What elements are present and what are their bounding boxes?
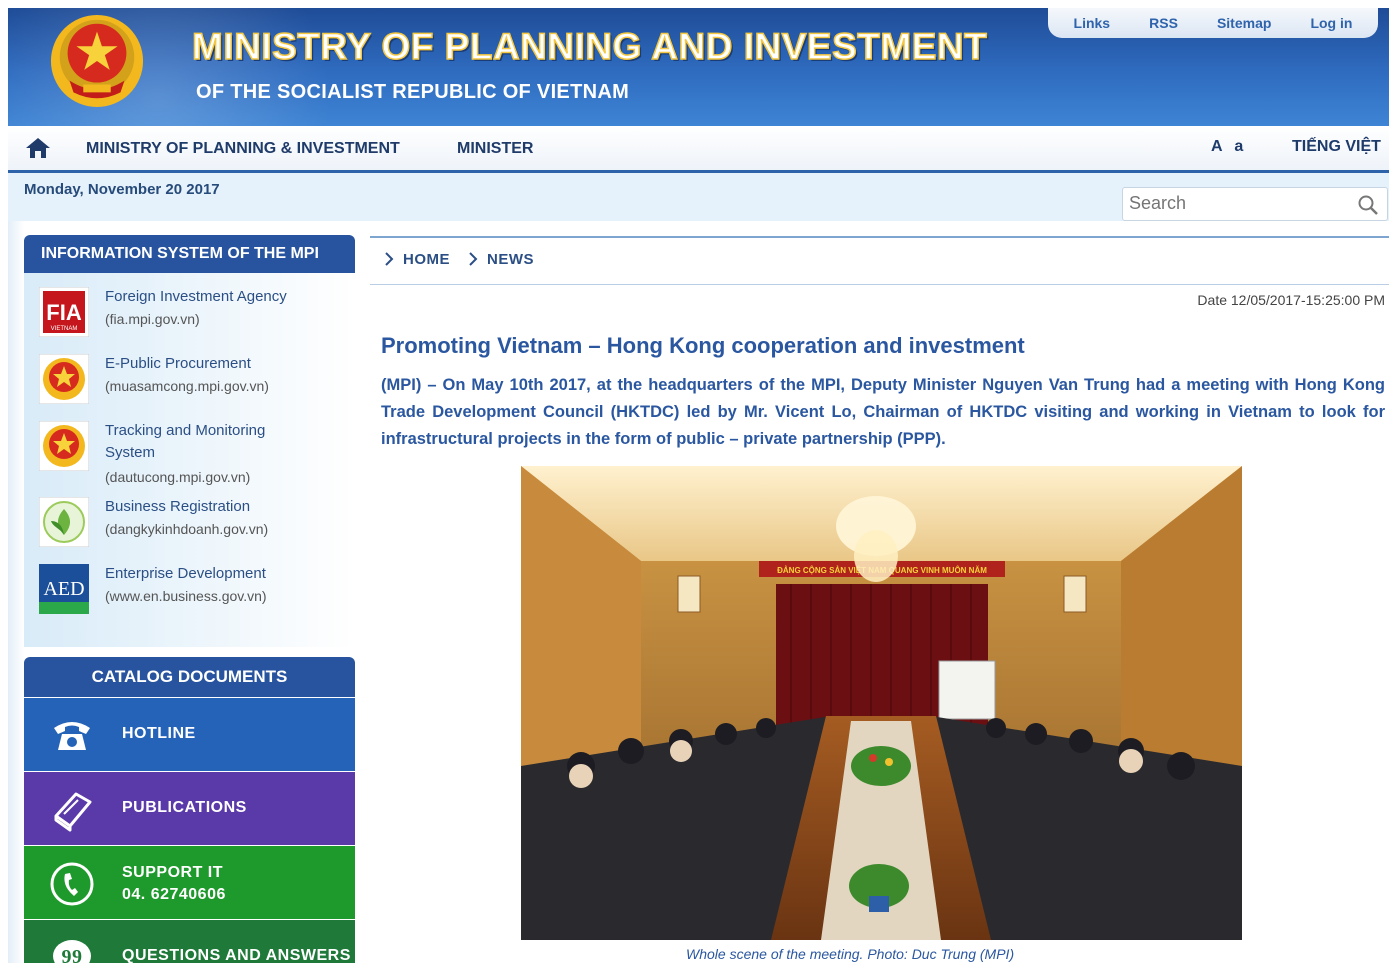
- font-size-toggle[interactable]: A a: [1211, 138, 1247, 156]
- breadcrumb-home[interactable]: HOME: [403, 251, 450, 268]
- svg-text:AED: AED: [43, 578, 84, 600]
- info-item-title: Enterprise Development: [105, 565, 266, 582]
- site-title: MINISTRY OF PLANNING AND INVESTMENT: [191, 25, 988, 68]
- info-item-title: Foreign Investment Agency: [105, 288, 287, 305]
- info-item-fia[interactable]: FIA VIETNAM Foreign Investment Agency (f…: [24, 279, 355, 346]
- questions-answers-label: QUESTIONS AND ANSWERS: [122, 947, 351, 963]
- svg-text:FIA: FIA: [46, 300, 82, 325]
- emblem-logo-icon: [39, 354, 89, 404]
- info-item-url: (muasamcong.mpi.gov.vn): [105, 378, 269, 394]
- speech-bubble-icon: 99: [53, 940, 91, 963]
- support-it-title: SUPPORT IT: [122, 864, 224, 881]
- article-lead: (MPI) – On May 10th 2017, at the headqua…: [381, 376, 1385, 448]
- breadcrumb-news[interactable]: NEWS: [487, 251, 534, 268]
- meeting-photo[interactable]: ĐẢNG CỘNG SẢN VIỆT NAM QUANG VINH MUÔN N…: [521, 466, 1242, 940]
- breadcrumb: HOME NEWS: [370, 236, 1389, 285]
- date-bar: Monday, November 20 2017: [8, 173, 1389, 221]
- info-system-heading: INFORMATION SYSTEM OF THE MPI: [24, 235, 355, 273]
- svg-text:99: 99: [62, 946, 83, 963]
- phone-handset-icon: [50, 862, 94, 906]
- photo-caption: Whole scene of the meeting. Photo: Duc T…: [686, 946, 1015, 962]
- info-item-title: E-Public Procurement: [105, 355, 251, 372]
- hotline-button[interactable]: HOTLINE: [24, 697, 355, 771]
- leaf-logo-icon: [39, 497, 89, 547]
- chevron-right-icon: [469, 252, 478, 266]
- national-emblem-icon[interactable]: [48, 12, 146, 110]
- publications-label: PUBLICATIONS: [122, 799, 247, 816]
- page: MINISTRY OF PLANNING AND INVESTMENT OF T…: [8, 8, 1389, 963]
- info-item-tracking[interactable]: Tracking and Monitoring System (dautucon…: [24, 413, 355, 489]
- info-item-url: (www.en.business.gov.vn): [105, 588, 267, 604]
- info-item-url: (dautucong.mpi.gov.vn): [105, 469, 251, 485]
- info-system-list: FIA VIETNAM Foreign Investment Agency (f…: [24, 273, 355, 647]
- article-headline: Promoting Vietnam – Hong Kong cooperatio…: [381, 333, 1025, 358]
- login-link[interactable]: Log in: [1310, 15, 1352, 31]
- top-links: Links RSS Sitemap Log in: [1048, 8, 1378, 38]
- main-nav: MINISTRY OF PLANNING & INVESTMENT MINIST…: [8, 126, 1389, 173]
- fia-logo-icon: FIA VIETNAM: [39, 287, 89, 337]
- sitemap-link[interactable]: Sitemap: [1217, 15, 1271, 31]
- questions-answers-button[interactable]: 99 QUESTIONS AND ANSWERS: [24, 919, 355, 963]
- rss-link[interactable]: RSS: [1149, 15, 1178, 31]
- links-link[interactable]: Links: [1074, 15, 1111, 31]
- info-item-url: (dangkykinhdoanh.gov.vn): [105, 521, 269, 537]
- left-shade: [8, 221, 24, 963]
- current-date: Monday, November 20 2017: [24, 181, 220, 198]
- info-item-business-registration[interactable]: Business Registration (dangkykinhdoanh.g…: [24, 489, 355, 556]
- publications-button[interactable]: PUBLICATIONS: [24, 771, 355, 845]
- support-it-phone: 04. 62740606: [122, 886, 226, 903]
- chevron-right-icon: [385, 252, 394, 266]
- svg-text:VIETNAM: VIETNAM: [51, 326, 78, 332]
- info-item-title: Tracking and Monitoring System: [105, 422, 266, 461]
- nav-item-minister[interactable]: MINISTER: [457, 140, 533, 158]
- support-it-label: SUPPORT IT 04. 62740606: [122, 862, 226, 906]
- site-subtitle: OF THE SOCIALIST REPUBLIC OF VIETNAM: [196, 81, 630, 103]
- aed-logo-icon: AED: [39, 564, 89, 614]
- book-icon: [54, 792, 92, 832]
- language-switch[interactable]: TIẾNG VIỆT: [1292, 138, 1381, 156]
- search-box: [1122, 187, 1388, 221]
- search-input[interactable]: [1123, 188, 1355, 218]
- home-icon[interactable]: [24, 136, 52, 160]
- hotline-label: HOTLINE: [122, 725, 196, 742]
- info-item-url: (fia.mpi.gov.vn): [105, 311, 200, 327]
- info-item-enterprise[interactable]: AED Enterprise Development (www.en.busin…: [24, 556, 355, 623]
- telephone-icon: [54, 722, 90, 750]
- support-it-button[interactable]: SUPPORT IT 04. 62740606: [24, 845, 355, 919]
- search-icon[interactable]: [1357, 194, 1379, 216]
- left-sidebar: INFORMATION SYSTEM OF THE MPI FIA VIETNA…: [24, 235, 355, 963]
- catalog-heading: CATALOG DOCUMENTS: [24, 657, 355, 697]
- site-header: MINISTRY OF PLANNING AND INVESTMENT OF T…: [8, 8, 1389, 126]
- nav-item-ministry[interactable]: MINISTRY OF PLANNING & INVESTMENT: [86, 140, 400, 158]
- info-item-procurement[interactable]: E-Public Procurement (muasamcong.mpi.gov…: [24, 346, 355, 413]
- emblem-logo-icon: [39, 421, 89, 471]
- info-item-title: Business Registration: [105, 498, 251, 515]
- article-date: Date 12/05/2017-15:25:00 PM: [1197, 292, 1385, 308]
